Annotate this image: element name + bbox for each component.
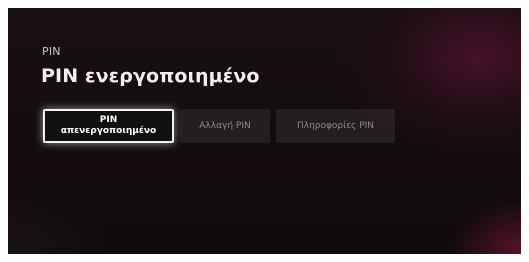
disable-pin-button[interactable]: PIN απενεργοποιημένο [43, 109, 174, 143]
disable-pin-label-line1: PIN [99, 115, 118, 125]
section-label: PIN [42, 45, 61, 58]
pin-settings-screen: PIN PIN ενεργοποιημένο PIN απενεργοποιημ… [8, 8, 521, 254]
action-buttons: PIN απενεργοποιημένο Αλλαγή PIN Πληροφορ… [43, 109, 395, 143]
disable-pin-label-line2: απενεργοποιημένο [60, 126, 157, 136]
pin-info-button[interactable]: Πληροφορίες PIN [276, 109, 395, 143]
page-title: PIN ενεργοποιημένο [41, 65, 260, 87]
change-pin-button[interactable]: Αλλαγή PIN [180, 109, 270, 143]
